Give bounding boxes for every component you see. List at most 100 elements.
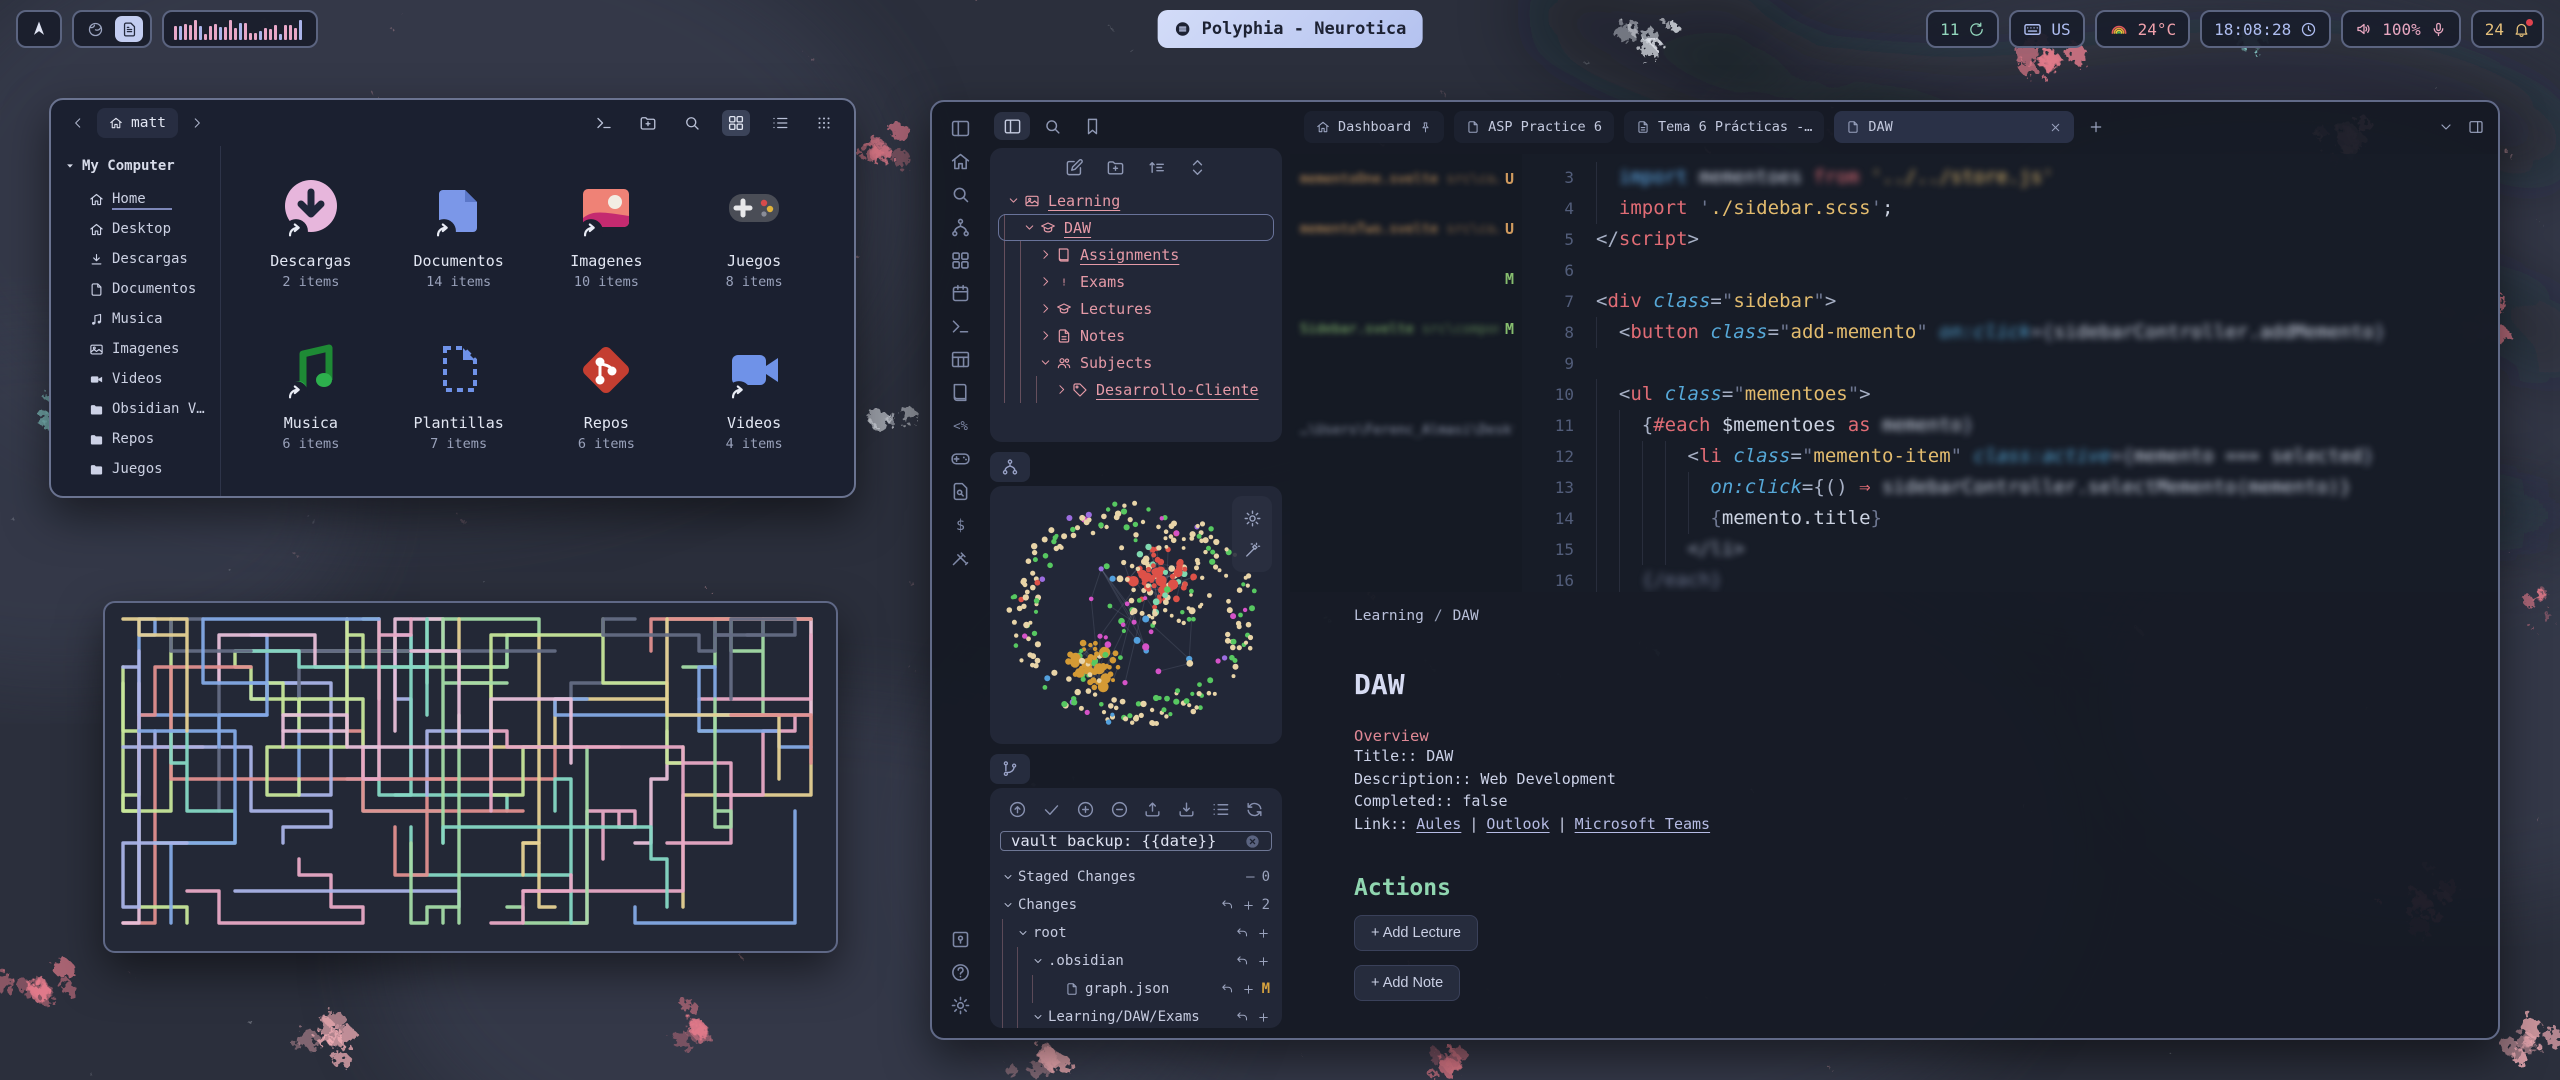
- sidebar-item-juegos[interactable]: Juegos: [65, 454, 220, 484]
- note-breadcrumb[interactable]: Learning/DAW: [1354, 608, 2458, 624]
- tab-daw[interactable]: DAW: [1834, 111, 2074, 143]
- audio-module[interactable]: 100%: [2341, 10, 2461, 48]
- graph-panel-tab[interactable]: [990, 452, 1030, 482]
- sidebar-item-videos[interactable]: Videos: [65, 364, 220, 394]
- explorer-file[interactable]: mementoOne.svelte src\co…U: [1300, 170, 1514, 188]
- tree-item-notes[interactable]: Notes: [996, 322, 1276, 349]
- sidebar-item-home[interactable]: Home: [65, 184, 220, 214]
- stage-icon[interactable]: [1257, 927, 1270, 940]
- git-upload-icon[interactable]: [1143, 800, 1162, 819]
- git-panel-tab[interactable]: [990, 754, 1030, 784]
- keyboard-layout-module[interactable]: US: [2009, 10, 2084, 48]
- git-refresh-icon[interactable]: [1245, 800, 1264, 819]
- weather-module[interactable]: 24°C: [2095, 10, 2191, 48]
- panel-tab-search[interactable]: [1034, 112, 1070, 140]
- new-tab-button[interactable]: [2088, 119, 2104, 135]
- tab-dashboard[interactable]: Dashboard: [1304, 111, 1444, 143]
- tree-item-daw[interactable]: DAW: [996, 214, 1276, 241]
- workspace-1[interactable]: [81, 16, 109, 42]
- git-download-tray-icon[interactable]: [1177, 800, 1196, 819]
- ribbon-table-icon[interactable]: [948, 347, 972, 371]
- sidebar-item-documentos[interactable]: Documentos: [65, 274, 220, 304]
- graph-settings-gear-icon[interactable]: [1243, 509, 1262, 528]
- now-playing-widget[interactable]: Polyphia - Neurotica: [1158, 10, 1423, 48]
- breadcrumb-segment[interactable]: DAW: [1453, 608, 1479, 624]
- panel-tab-bookmark[interactable]: [1074, 112, 1110, 140]
- folder-documentos[interactable]: Documentos14 items: [385, 160, 533, 322]
- tree-toolbar-pencil-square-icon[interactable]: [1065, 158, 1084, 177]
- sidebar-item-obsidian-v-[interactable]: Obsidian V…: [65, 394, 220, 424]
- ribbon-dollar-icon[interactable]: $: [948, 512, 972, 536]
- git-circle-up-icon[interactable]: [1008, 800, 1027, 819]
- stage-icon[interactable]: [1242, 983, 1255, 996]
- search-toolbar-icon[interactable]: [678, 110, 706, 136]
- git-check-icon[interactable]: [1042, 800, 1061, 819]
- graph-filter-wand-icon[interactable]: [1243, 541, 1261, 559]
- clock-module[interactable]: 18:08:28: [2200, 10, 2331, 48]
- git-row--obsidian[interactable]: .obsidian: [1000, 947, 1272, 975]
- sidebar-item-descargas[interactable]: Descargas: [65, 244, 220, 274]
- tree-item-lectures[interactable]: Lectures: [996, 295, 1276, 322]
- sidebar-item-desktop[interactable]: Desktop: [65, 214, 220, 244]
- folder-plus-toolbar-icon[interactable]: [634, 110, 662, 136]
- commit-message-input[interactable]: vault backup: {{date}}: [1000, 831, 1272, 851]
- list-toolbar-icon[interactable]: [766, 110, 794, 136]
- discard-icon[interactable]: [1236, 954, 1250, 968]
- ribbon-template-icon[interactable]: <%: [948, 413, 972, 437]
- git-row-root[interactable]: root: [1000, 919, 1272, 947]
- ribbon-tools-icon[interactable]: [948, 545, 972, 569]
- chevron-down-icon[interactable]: [2438, 119, 2454, 135]
- close-tab-icon[interactable]: [2049, 121, 2062, 134]
- git-row-learning-daw-exams[interactable]: Learning/DAW/Exams: [1000, 1003, 1272, 1028]
- updates-module[interactable]: 11: [1926, 10, 1999, 48]
- ribbon-help-icon[interactable]: [948, 960, 972, 984]
- clear-input-icon[interactable]: [1244, 833, 1261, 850]
- note-link-microsoft-teams[interactable]: Microsoft Teams: [1575, 813, 1710, 836]
- stage-icon[interactable]: [1257, 1011, 1270, 1024]
- tree-toolbar-folder-plus-icon[interactable]: [1106, 158, 1125, 177]
- tree-toolbar-collapse-icon[interactable]: [1188, 158, 1207, 177]
- stage-icon[interactable]: [1242, 899, 1255, 912]
- add-note-button[interactable]: + Add Note: [1354, 965, 1460, 1001]
- ribbon-calendar-icon[interactable]: [948, 281, 972, 305]
- layout-grid-toolbar-icon[interactable]: [722, 110, 750, 136]
- stage-icon[interactable]: [1257, 955, 1270, 968]
- terminal-toolbar-icon[interactable]: [590, 110, 618, 136]
- ribbon-layout-grid-icon[interactable]: [948, 248, 972, 272]
- sidebar-item-imagenes[interactable]: Imagenes: [65, 334, 220, 364]
- git-circle-plus-icon[interactable]: [1076, 800, 1095, 819]
- workspace-2-active[interactable]: [115, 16, 143, 42]
- git-circle-minus-icon[interactable]: [1110, 800, 1129, 819]
- tree-toolbar-sort-icon[interactable]: [1147, 158, 1166, 177]
- explorer-file[interactable]: mementoTwo.svelte src\co…U: [1300, 220, 1514, 238]
- ribbon-terminal-icon[interactable]: [948, 314, 972, 338]
- ribbon-vault-icon[interactable]: [948, 927, 972, 951]
- folder-descargas[interactable]: Descargas2 items: [237, 160, 385, 322]
- discard-icon[interactable]: [1236, 926, 1250, 940]
- git-row-staged-changes[interactable]: Staged Changes—0: [1000, 863, 1272, 891]
- add-lecture-button[interactable]: + Add Lecture: [1354, 915, 1478, 951]
- folder-plantillas[interactable]: Plantillas7 items: [385, 322, 533, 484]
- ribbon-doc-search-icon[interactable]: [948, 479, 972, 503]
- notifications-module[interactable]: 24: [2471, 10, 2544, 48]
- note-link-aules[interactable]: Aules: [1416, 813, 1461, 836]
- tree-item-exams[interactable]: !Exams: [996, 268, 1276, 295]
- tree-item-subjects[interactable]: Subjects: [996, 349, 1276, 376]
- dots-grid-toolbar-icon[interactable]: [810, 110, 838, 136]
- folder-juegos[interactable]: Juegos8 items: [680, 160, 828, 322]
- panel-right-icon[interactable]: [2468, 119, 2484, 135]
- folder-musica[interactable]: Musica6 items: [237, 322, 385, 484]
- ribbon-panel-left-icon[interactable]: [948, 116, 972, 140]
- tree-item-learning[interactable]: Learning: [996, 187, 1276, 214]
- ribbon-gamepad-icon[interactable]: [948, 446, 972, 470]
- sidebar-item-musica[interactable]: Musica: [65, 304, 220, 334]
- breadcrumb[interactable]: matt: [97, 108, 178, 138]
- folder-repos[interactable]: Repos6 items: [533, 322, 681, 484]
- folder-imagenes[interactable]: Imagenes10 items: [533, 160, 681, 322]
- sidebar-root[interactable]: My Computer: [65, 158, 220, 174]
- ribbon-gear-icon[interactable]: [948, 993, 972, 1017]
- explorer-file[interactable]: M: [1300, 270, 1514, 288]
- explorer-file[interactable]: …\Users\Ferenc_Almasi\Desktop: [1300, 422, 1514, 438]
- discard-icon[interactable]: [1221, 898, 1235, 912]
- panel-tab-panel-left[interactable]: [994, 112, 1030, 140]
